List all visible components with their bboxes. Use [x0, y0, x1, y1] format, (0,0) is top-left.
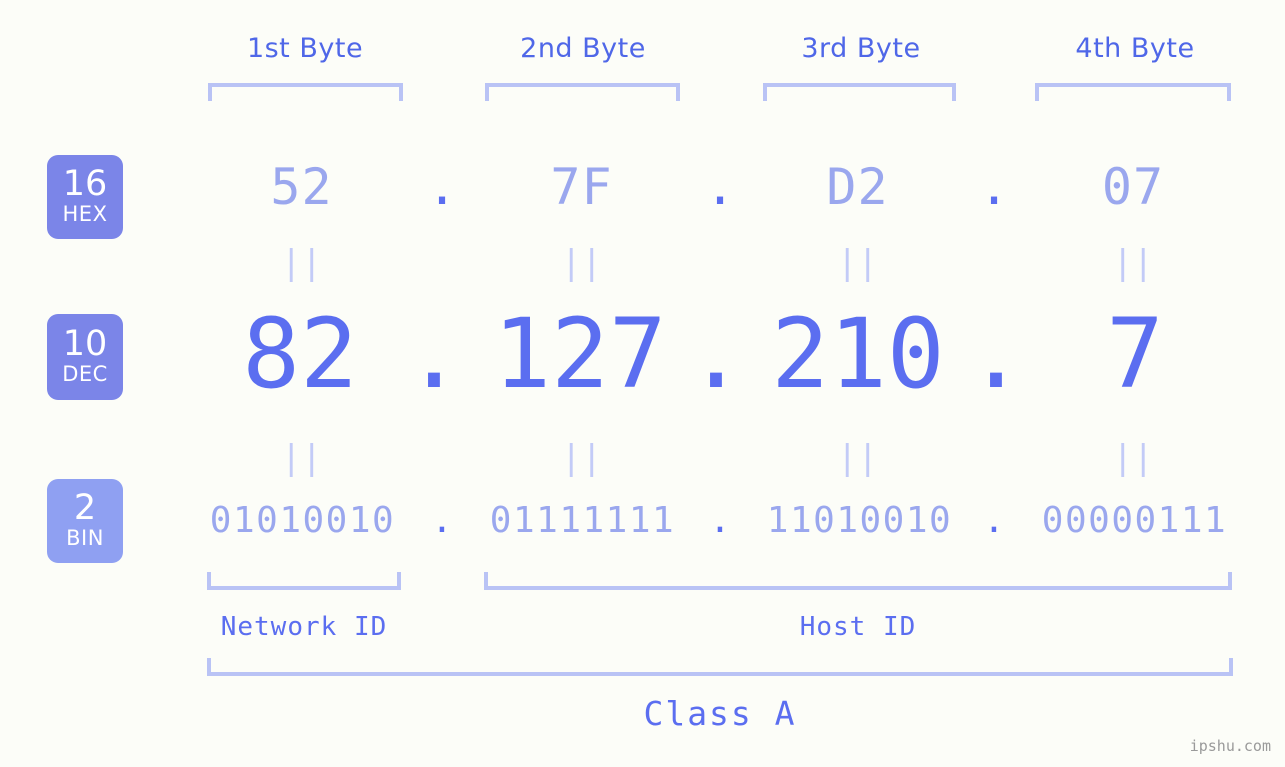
hex-separator-3: .: [978, 158, 1010, 216]
hex-separator-2: .: [704, 158, 736, 216]
equals-mark-hex-dec-4: ||: [1112, 243, 1154, 283]
dec-separator-1: .: [405, 298, 463, 410]
radix-badge-bin-label: BIN: [66, 526, 104, 551]
radix-badge-hex: 16 HEX: [47, 155, 123, 239]
dec-byte-3: 210: [771, 298, 945, 410]
bin-byte-3: 11010010: [766, 500, 953, 541]
hex-byte-2: 7F: [550, 158, 613, 216]
equals-mark-dec-bin-2: ||: [561, 438, 602, 478]
radix-badge-dec: 10 DEC: [47, 314, 123, 400]
hex-separator-1: .: [426, 158, 458, 216]
bin-separator-3: .: [983, 500, 1005, 541]
hex-byte-3: D2: [826, 158, 889, 216]
bin-separator-2: .: [709, 500, 731, 541]
radix-badge-bin-base: 2: [73, 488, 97, 529]
byte-bracket-3: [763, 83, 956, 101]
bin-separator-1: .: [431, 500, 453, 541]
bin-byte-4: 00000111: [1041, 500, 1228, 541]
byte-header-2: 2nd Byte: [520, 33, 646, 64]
byte-header-4: 4th Byte: [1075, 33, 1195, 64]
equals-mark-hex-dec-1: ||: [281, 243, 322, 283]
network-id-bracket: [207, 572, 401, 590]
byte-bracket-1: [208, 83, 403, 101]
class-label: Class A: [643, 694, 797, 733]
equals-mark-hex-dec-3: ||: [837, 243, 878, 283]
network-id-label: Network ID: [220, 612, 388, 642]
dec-separator-2: .: [687, 298, 745, 410]
dec-byte-2: 127: [493, 298, 667, 410]
host-id-label: Host ID: [799, 612, 917, 642]
equals-mark-hex-dec-2: ||: [561, 243, 602, 283]
equals-mark-dec-bin-4: ||: [1112, 438, 1154, 478]
class-bracket: [207, 658, 1233, 676]
radix-badge-hex-label: HEX: [62, 202, 108, 227]
equals-mark-dec-bin-1: ||: [281, 438, 322, 478]
site-watermark: ipshu.com: [1189, 737, 1271, 755]
radix-badge-hex-base: 16: [62, 164, 108, 205]
hex-byte-1: 52: [270, 158, 333, 216]
byte-bracket-2: [485, 83, 680, 101]
byte-header-1: 1st Byte: [246, 33, 364, 64]
radix-badge-dec-base: 10: [62, 324, 108, 365]
ip-address-breakdown-diagram: 1st Byte 2nd Byte 3rd Byte 4th Byte 16 H…: [0, 0, 1285, 767]
hex-byte-4: 07: [1101, 158, 1165, 216]
equals-mark-dec-bin-3: ||: [837, 438, 878, 478]
host-id-bracket: [484, 572, 1232, 590]
bin-byte-1: 01010010: [209, 500, 396, 541]
byte-bracket-4: [1035, 83, 1231, 101]
byte-header-3: 3rd Byte: [801, 33, 921, 64]
radix-badge-bin: 2 BIN: [47, 479, 123, 563]
dec-byte-4: 7: [1106, 298, 1164, 410]
bin-byte-2: 01111111: [489, 500, 676, 541]
dec-byte-1: 82: [242, 298, 358, 410]
dec-separator-3: .: [967, 298, 1025, 410]
radix-badge-dec-label: DEC: [62, 362, 108, 387]
